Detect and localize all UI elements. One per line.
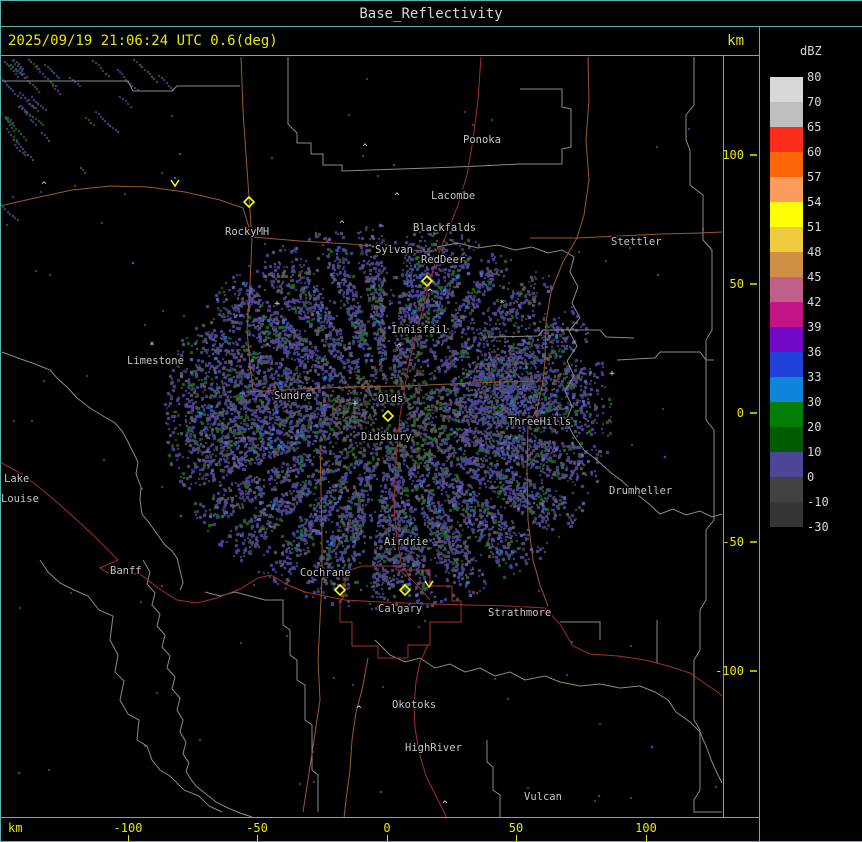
legend-level-label: 39 xyxy=(807,320,821,334)
legend-level-label: 51 xyxy=(807,220,821,234)
legend-title: dBZ xyxy=(800,44,822,58)
legend-color-block xyxy=(770,177,803,202)
bottom-axis-tick-label: 0 xyxy=(383,821,390,835)
frame-line xyxy=(0,0,862,1)
right-axis-tick-label: 100 xyxy=(722,148,744,162)
legend-color-block xyxy=(770,477,803,502)
radar-application-window: Base_Reflectivity 2025/09/19 21:06:24 UT… xyxy=(0,0,862,842)
legend-color-block xyxy=(770,402,803,427)
info-bar: 2025/09/19 21:06:24 UTC 0.6(deg) km xyxy=(0,27,760,55)
legend-level-label: 48 xyxy=(807,245,821,259)
legend-color-block xyxy=(770,502,803,527)
legend-level-label: 45 xyxy=(807,270,821,284)
legend-level-label: -10 xyxy=(807,495,829,509)
right-axis-tick-label: 50 xyxy=(730,277,744,291)
frame-line xyxy=(759,26,760,842)
right-axis-unit-label: km xyxy=(727,33,744,49)
frame-line xyxy=(0,0,1,842)
legend-color-block xyxy=(770,202,803,227)
radar-map-area[interactable]: 100500-50-100^^^^^^^^**+++PonokaLacombeB… xyxy=(0,55,760,818)
bottom-axis-tick-label: 50 xyxy=(509,821,523,835)
legend-color-block xyxy=(770,452,803,477)
legend-level-label: 30 xyxy=(807,395,821,409)
legend-color-block xyxy=(770,277,803,302)
legend-level-label: 54 xyxy=(807,195,821,209)
timestamp-elevation-label: 2025/09/19 21:06:24 UTC 0.6(deg) xyxy=(8,33,278,49)
bottom-axis-tick-label: 100 xyxy=(635,821,657,835)
legend-level-label: 57 xyxy=(807,170,821,184)
legend-color-block xyxy=(770,77,803,102)
legend-color-block xyxy=(770,327,803,352)
bottom-axis-tick-label: -100 xyxy=(114,821,143,835)
title-bar: Base_Reflectivity xyxy=(0,0,862,27)
legend-panel: dBZ 80 70 65 60 57 54 51 48 45 42 39 36 33 30 20 10 0 -10… xyxy=(760,27,862,842)
window-title: Base_Reflectivity xyxy=(0,0,862,28)
legend-level-label: 65 xyxy=(807,120,821,134)
legend-color-block xyxy=(770,352,803,377)
legend-level-label: 20 xyxy=(807,420,821,434)
bottom-axis-tick-label: -50 xyxy=(246,821,268,835)
bottom-axis: km -100 -50 0 50 100 xyxy=(0,818,760,842)
frame-line xyxy=(0,26,862,27)
legend-level-label: -30 xyxy=(807,520,829,534)
legend-level-label: 80 xyxy=(807,70,821,84)
legend-level-label: 36 xyxy=(807,345,821,359)
legend-color-block xyxy=(770,377,803,402)
legend-color-block xyxy=(770,152,803,177)
legend-level-label: 60 xyxy=(807,145,821,159)
legend-level-label: 0 xyxy=(807,470,814,484)
legend-level-label: 70 xyxy=(807,95,821,109)
right-axis-tick-label: -50 xyxy=(722,535,744,549)
legend-color-block xyxy=(770,102,803,127)
legend-color-block xyxy=(770,127,803,152)
bottom-axis-unit-label: km xyxy=(8,821,22,835)
legend-color-block xyxy=(770,227,803,252)
legend-color-block xyxy=(770,427,803,452)
legend-level-label: 42 xyxy=(807,295,821,309)
frame-line xyxy=(0,817,760,818)
right-axis-tick-label: 0 xyxy=(737,406,744,420)
legend-level-label: 10 xyxy=(807,445,821,459)
frame-line xyxy=(0,55,760,56)
radar-echo-canvas[interactable] xyxy=(0,55,723,818)
legend-color-block xyxy=(770,252,803,277)
legend-level-label: 33 xyxy=(807,370,821,384)
legend-color-block xyxy=(770,302,803,327)
